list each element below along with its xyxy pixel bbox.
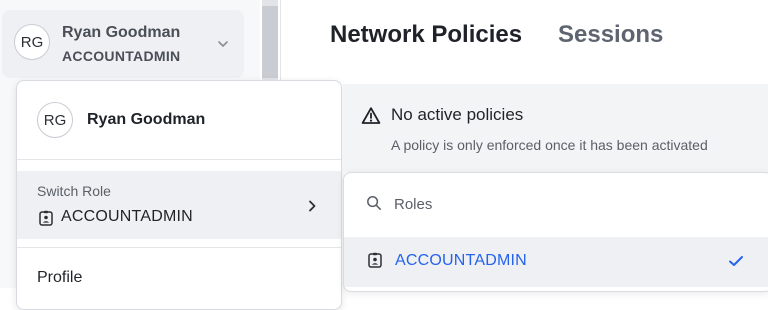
user-name: Ryan Goodman xyxy=(62,24,181,41)
no-active-policies-banner: No active policies A policy is only enfo… xyxy=(343,84,768,172)
switch-role-label: Switch Role xyxy=(37,183,111,199)
checkmark-icon xyxy=(729,256,743,266)
switch-role-item[interactable]: Switch Role ACCOUNTADMIN xyxy=(17,171,341,239)
banner-title: No active policies xyxy=(391,105,524,124)
role-badge-icon xyxy=(39,210,53,226)
warning-triangle-icon xyxy=(361,107,381,124)
tab-network-policies[interactable]: Network Policies xyxy=(330,21,522,49)
menu-user-name: Ryan Goodman xyxy=(87,111,206,128)
menu-divider xyxy=(17,159,341,160)
current-role-value: ACCOUNTADMIN xyxy=(61,208,193,225)
chevron-down-icon xyxy=(218,41,228,47)
menu-divider xyxy=(17,247,341,248)
menu-avatar: RG xyxy=(37,102,73,138)
roles-dropdown: ACCOUNTADMIN xyxy=(343,172,768,292)
roles-search-input[interactable] xyxy=(392,191,696,217)
role-badge-icon xyxy=(368,252,382,268)
banner-subtitle: A policy is only enforced once it has be… xyxy=(391,137,708,153)
search-icon xyxy=(367,196,381,210)
profile-menu-item[interactable]: Profile xyxy=(37,269,82,287)
avatar: RG xyxy=(14,24,50,60)
role-option-accountadmin[interactable]: ACCOUNTADMIN xyxy=(344,237,768,287)
sidebar-scrollbar-thumb[interactable] xyxy=(262,6,278,78)
chevron-right-icon xyxy=(309,200,316,212)
tab-sessions[interactable]: Sessions xyxy=(558,21,663,49)
user-role: ACCOUNTADMIN xyxy=(62,48,181,64)
user-dropdown-menu: RG Ryan Goodman Switch Role ACCOUNTADMIN… xyxy=(16,80,342,310)
role-option-label: ACCOUNTADMIN xyxy=(395,252,527,269)
user-menu-button[interactable]: RG Ryan Goodman ACCOUNTADMIN xyxy=(2,10,244,78)
